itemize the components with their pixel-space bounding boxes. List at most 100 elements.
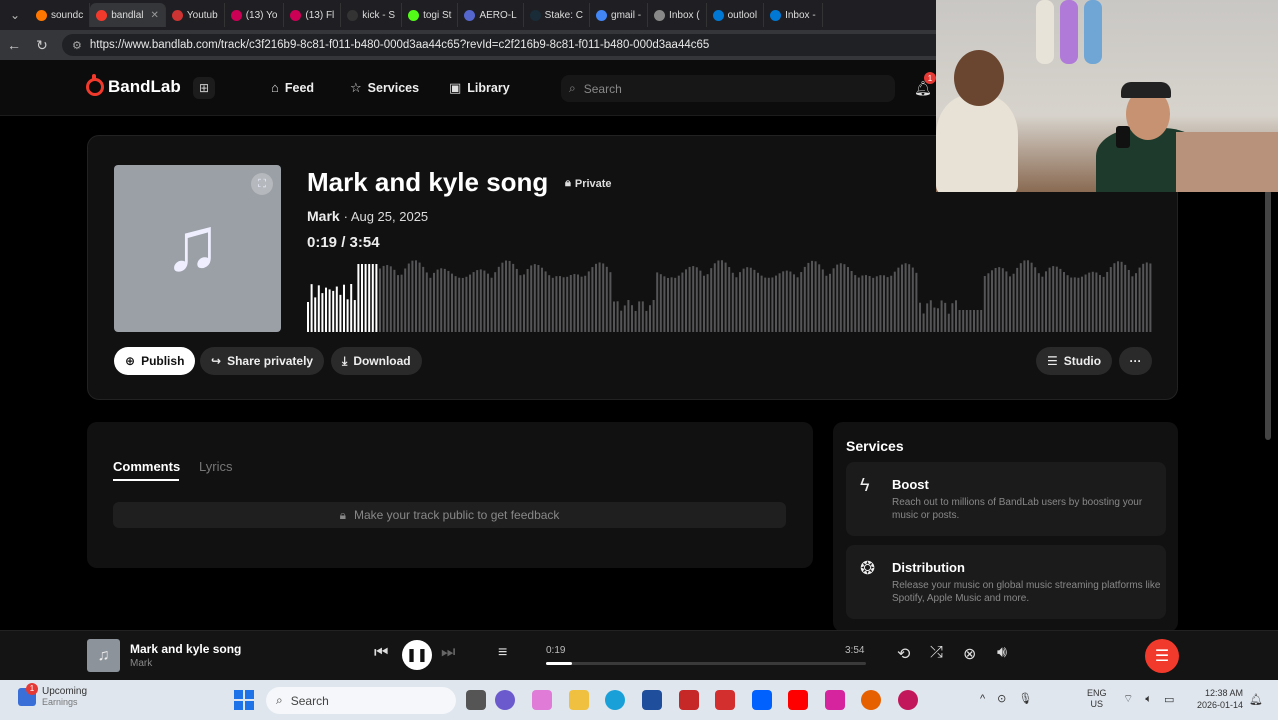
apps-grid-button[interactable]: ⊞ [193,77,215,99]
network-icon[interactable]: ⊙ [997,692,1006,705]
browser-tab[interactable]: Stake: C [524,3,591,27]
waveform-bar [782,271,785,332]
taskbar-search[interactable]: ⌕ Search [266,687,456,714]
tab-favicon-icon [654,9,666,21]
broadcast-icon[interactable]: ⊗ [963,644,976,664]
close-tab-icon[interactable]: ✕ [151,10,159,21]
player-title[interactable]: Mark and kyle song [130,642,241,656]
back-icon[interactable]: ← [0,30,28,60]
waveform-bar [649,305,651,332]
nav-library[interactable]: ▣ Library [449,80,510,96]
dropbox-icon[interactable] [752,690,772,710]
battery-icon[interactable]: ▭ [1164,693,1174,706]
player-thumbnail[interactable]: ♫ [87,639,120,672]
waveform-bar [382,265,385,332]
windows-start-icon[interactable] [234,690,254,710]
pause-button[interactable]: ❚❚ [402,640,432,670]
waveform-bar [447,270,450,332]
waveform-bar [641,301,644,332]
chat-icon[interactable] [495,690,515,710]
waveform-bar [814,261,817,332]
browser-tab[interactable]: (13) Yo [225,3,285,27]
edge-icon[interactable] [605,690,625,710]
reload-icon[interactable]: ↻ [28,30,56,60]
microphone-icon[interactable]: 🎙︎ [1018,692,1032,705]
notification-icon[interactable]: 🔔︎ [1249,693,1263,706]
waveform-bar [389,266,392,332]
browser-tab[interactable]: AERO-L [458,3,524,27]
browser-tab[interactable]: (13) Fl [284,3,342,27]
weather-widget[interactable]: 1 Upcoming Earnings [18,682,87,707]
publish-button[interactable]: ⊕ Publish [114,347,196,375]
firefox-icon[interactable] [861,690,881,710]
language-indicator[interactable]: ENG US [1087,688,1107,710]
tab-favicon-icon [770,9,782,21]
tab-lyrics[interactable]: Lyrics [199,459,232,474]
share-privately-button[interactable]: ↪ Share privately [200,347,325,375]
tab-list-menu-icon[interactable]: ⌄ [0,0,30,30]
queue-icon[interactable]: ≡ [498,644,507,662]
studio-button[interactable]: ☰ Studio [1036,347,1113,375]
app-icon[interactable] [679,690,699,710]
waveform-bar [613,301,615,332]
speaker-icon[interactable]: 🔈︎ [1145,693,1152,706]
app-icon[interactable] [898,690,918,710]
player-artist[interactable]: Mark [130,658,152,669]
waveform-bar [951,303,954,332]
tab-comments[interactable]: Comments [113,459,180,474]
expand-cover-icon[interactable]: ⛶ [251,173,273,195]
repeat-icon[interactable]: ⟲ [897,644,910,664]
nav-services[interactable]: ☆ Services [350,80,419,96]
waveform-bar [764,277,767,332]
browser-tab[interactable]: gmail - [590,3,649,27]
search-input[interactable]: ⌕ Search [561,75,895,102]
download-button[interactable]: ⤓ Download [331,347,422,375]
browser-tab[interactable]: Inbox - [764,3,823,27]
progress-slider[interactable] [546,662,866,665]
file-explorer-icon[interactable] [569,690,589,710]
mcafee-icon[interactable] [715,690,735,710]
waveform-bar [1138,267,1141,332]
copilot-icon[interactable] [532,690,552,710]
previous-icon[interactable]: ⏮ [374,644,388,662]
track-cover[interactable]: ♫ ⛶ [114,165,281,332]
waveform-bar [1077,277,1080,332]
waveform-bar [728,267,731,332]
track-artist[interactable]: Mark [307,208,340,224]
browser-tab[interactable]: Inbox ( [648,3,707,27]
more-options-button[interactable]: ··· [1119,347,1152,375]
system-clock[interactable]: 12:38 AM 2026-01-14 [1188,687,1243,711]
browser-tab[interactable]: Youtub [166,3,225,27]
next-icon[interactable]: ⏭ [441,644,455,662]
browser-tab[interactable]: outlool [707,3,765,27]
search-placeholder: Search [583,81,622,96]
youtube-icon[interactable] [788,690,808,710]
service-boost[interactable]: ϟ Boost Reach out to millions of BandLab… [846,462,1166,536]
shuffle-icon[interactable]: ⤮ [930,644,943,662]
site-info-icon[interactable]: ⚙ [72,39,82,52]
player-menu-button[interactable]: ☰ [1145,639,1179,673]
browser-tab[interactable]: togi St [402,3,459,27]
notifications-bell-icon[interactable]: 🔔︎ 1 [914,72,936,97]
waveform-bar [469,274,471,332]
waveform-bar [1001,268,1004,332]
private-badge: 🔒︎ Private [565,177,612,190]
browser-tab[interactable]: bandlal ✕ [90,3,166,27]
waveform[interactable] [307,258,1153,332]
bandlab-logo[interactable]: BandLab [86,74,181,97]
waveform-bar [566,276,569,332]
nav-feed[interactable]: ⌂ Feed [271,80,314,95]
url-field[interactable]: ⚙ https://www.bandlab.com/track/c3f216b9… [62,34,962,56]
chevron-up-icon[interactable]: ^ [980,693,985,705]
instagram-icon[interactable] [825,690,845,710]
service-distribution[interactable]: ❂ Distribution Release your music on glo… [846,545,1166,619]
browser-tab[interactable]: kick - S [341,3,403,27]
page-scrollbar[interactable] [1265,190,1271,440]
task-view-icon[interactable] [466,690,486,710]
volume-icon[interactable]: 🔊︎ [997,644,1007,662]
widget-badge: 1 [26,682,38,695]
browser-tab[interactable]: soundc [30,3,91,27]
store-icon[interactable] [642,690,662,710]
wifi-icon[interactable]: ⌔ [1123,692,1133,706]
waveform-bar [631,305,633,332]
